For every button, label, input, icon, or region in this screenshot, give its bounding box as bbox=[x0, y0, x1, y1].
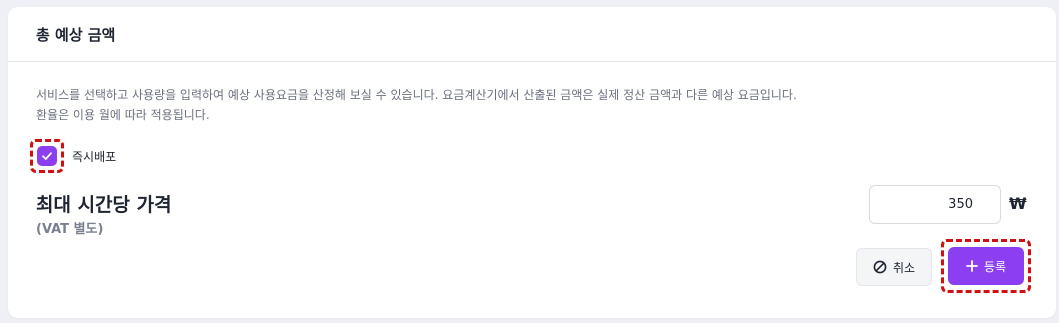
description-line-2: 환율은 이용 월에 따라 적용됩니다. bbox=[36, 108, 210, 122]
description-line-1: 서비스를 선택하고 사용량을 입력하여 예상 사용요금을 산정해 보실 수 있습… bbox=[36, 88, 797, 102]
instant-deploy-label: 즉시배포 bbox=[72, 149, 117, 164]
plus-icon bbox=[966, 260, 978, 272]
vat-note: (VAT 별도) bbox=[36, 222, 104, 237]
register-label: 등록 bbox=[983, 259, 1007, 274]
instant-deploy-checkbox[interactable] bbox=[37, 146, 57, 166]
cancel-label: 취소 bbox=[892, 260, 916, 275]
instant-deploy-option[interactable]: 즉시배포 bbox=[30, 136, 116, 176]
register-button[interactable]: 등록 bbox=[948, 247, 1024, 285]
check-icon bbox=[41, 150, 53, 162]
description: 서비스를 선택하고 사용량을 입력하여 예상 사용요금을 산정해 보실 수 있습… bbox=[36, 85, 797, 125]
ban-icon bbox=[873, 260, 887, 274]
card-header: 총 예상 금액 bbox=[8, 7, 1056, 62]
highlight-box bbox=[30, 139, 64, 173]
max-hourly-price-title: 최대 시간당 가격 bbox=[36, 194, 172, 216]
price-input[interactable] bbox=[869, 185, 1001, 224]
currency-symbol: ₩ bbox=[1009, 194, 1027, 213]
cancel-button[interactable]: 취소 bbox=[856, 248, 932, 286]
card-title: 총 예상 금액 bbox=[36, 25, 116, 44]
estimate-card: 총 예상 금액 서비스를 선택하고 사용량을 입력하여 예상 사용요금을 산정해… bbox=[8, 7, 1056, 318]
register-highlight-box: 등록 bbox=[941, 239, 1031, 293]
